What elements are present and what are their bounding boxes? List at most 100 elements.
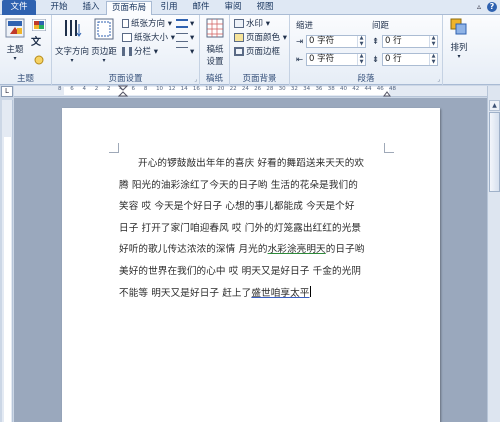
paragraph-launcher-icon[interactable]: ⌟ bbox=[437, 76, 440, 83]
indent-right-spinner[interactable]: 0 字符 ▲ ▼ bbox=[306, 53, 366, 66]
spacing-after-spin-arrows[interactable]: ▲ ▼ bbox=[429, 53, 437, 65]
breaks-button[interactable]: ▾ bbox=[176, 18, 194, 30]
ruler-number: 12 bbox=[168, 86, 176, 92]
text-line: 好听的歌儿传达浓浓的深情 月光的水彩涂亮明天的日子哟 bbox=[119, 244, 365, 256]
ruler-number: 2 bbox=[107, 86, 111, 92]
ruler-number: 20 bbox=[217, 86, 225, 92]
document-page[interactable]: 开心的锣鼓敲出年年的喜庆 好看的舞蹈送来天天的欢 腾 阳光的油彩涂红了今天的日子… bbox=[62, 108, 440, 422]
themes-button[interactable]: 主题 ▾ bbox=[3, 18, 27, 62]
document-body-text[interactable]: 开心的锣鼓敲出年年的喜庆 好看的舞蹈送来天天的欢 腾 阳光的油彩涂红了今天的日子… bbox=[119, 153, 383, 304]
help-icon[interactable]: ? bbox=[487, 2, 497, 12]
watermark-button[interactable]: 水印 ▾ bbox=[234, 18, 270, 30]
text-direction-icon bbox=[65, 20, 82, 37]
scroll-thumb[interactable] bbox=[489, 112, 500, 192]
ribbon: 主题 ▾ 文 主题 文字方向 ▾ 页边距 ▾ 纸张方向 ▾ 纸张大小 ▾ 分栏 … bbox=[0, 15, 500, 85]
indent-left-spinner[interactable]: 0 字符 ▲ ▼ bbox=[306, 35, 366, 48]
ruler-number: 44 bbox=[364, 86, 372, 92]
draft-paper-icon bbox=[206, 18, 224, 38]
tab-selector-button[interactable]: L bbox=[1, 86, 13, 97]
spacing-before-spin-arrows[interactable]: ▲ ▼ bbox=[429, 35, 437, 47]
vertical-ruler[interactable] bbox=[2, 100, 13, 422]
columns-button[interactable]: 分栏 ▾ bbox=[122, 46, 158, 58]
themes-icon bbox=[5, 18, 25, 38]
spacing-before-spinner[interactable]: 0 行 ▲ ▼ bbox=[382, 35, 438, 48]
tab-home[interactable]: 开始 bbox=[42, 1, 76, 15]
ruler-number: 32 bbox=[290, 86, 298, 92]
tab-mailings[interactable]: 邮件 bbox=[186, 1, 216, 15]
page-color-icon bbox=[234, 33, 244, 42]
theme-fonts-icon[interactable]: 文 bbox=[31, 37, 41, 49]
ruler-number: 2 bbox=[94, 86, 99, 92]
tab-page-layout[interactable]: 页面布局 bbox=[106, 1, 152, 16]
ruler-number: 8 bbox=[143, 86, 148, 92]
indent-right-icon: ⇤ bbox=[296, 55, 304, 65]
ribbon-tab-bar: 文件 开始 插入 页面布局 引用 邮件 审阅 视图 ▵ ? bbox=[0, 0, 500, 16]
text-line: 笑容 哎 今天是个好日子 心想的事儿都能成 今天是个好 bbox=[119, 201, 355, 213]
page-color-button[interactable]: 页面颜色 ▾ bbox=[234, 32, 287, 44]
page-setup-launcher-icon[interactable]: ⌟ bbox=[194, 76, 197, 83]
paragraph-group: 缩进 间距 ⇥ 0 字符 ▲ ▼ ⇤ 0 字符 ▲ ▼ ⇞ 0 行 ▲ ▼ ⇟ 0 行… bbox=[290, 15, 443, 85]
scroll-up-button[interactable]: ▲ bbox=[489, 100, 500, 111]
minimize-ribbon-icon[interactable]: ▵ bbox=[474, 2, 484, 12]
grammar-flagged-text[interactable]: 水彩涂亮明天 bbox=[268, 244, 326, 255]
spacing-label: 间距 bbox=[372, 21, 390, 31]
arrange-button[interactable]: 排列 ▾ bbox=[446, 18, 472, 60]
size-button[interactable]: 纸张大小 ▾ bbox=[122, 32, 175, 44]
ruler-number: 22 bbox=[229, 86, 237, 92]
text-cursor bbox=[309, 285, 311, 297]
page-borders-button[interactable]: 页面边框 bbox=[234, 46, 280, 58]
ruler-number: 34 bbox=[303, 86, 311, 92]
ruler-number: 24 bbox=[241, 86, 249, 92]
ruler-number: 10 bbox=[156, 86, 164, 92]
ruler-number: 6 bbox=[131, 86, 136, 92]
theme-colors-icon[interactable] bbox=[32, 19, 46, 31]
document-canvas[interactable]: 开心的锣鼓敲出年年的喜庆 好看的舞蹈送来天天的欢 腾 阳光的油彩涂红了今天的日子… bbox=[14, 98, 487, 422]
vertical-scrollbar[interactable]: ▲ bbox=[487, 86, 500, 422]
hyphenation-icon bbox=[176, 47, 188, 56]
arrange-icon bbox=[450, 18, 467, 35]
theme-effects-icon[interactable] bbox=[32, 55, 46, 65]
page-borders-icon bbox=[234, 47, 244, 56]
page-setup-group: 文字方向 ▾ 页边距 ▾ 纸张方向 ▾ 纸张大小 ▾ 分栏 ▾ ▾ ▾ ▾ 页面… bbox=[52, 15, 200, 85]
text-line: 腾 阳光的油彩涂红了今天的日子哟 生活的花朵是我们的 bbox=[119, 179, 358, 191]
first-line-indent-marker[interactable] bbox=[118, 85, 128, 97]
text-line: 不能等 明天又是好日子 赶上了盛世咱享太平 bbox=[119, 285, 311, 299]
margins-button[interactable]: 页边距 ▾ bbox=[90, 18, 118, 64]
orientation-icon bbox=[122, 19, 129, 28]
indent-left-spin-arrows[interactable]: ▲ ▼ bbox=[357, 35, 365, 47]
columns-icon bbox=[122, 47, 132, 56]
ruler-number: 28 bbox=[266, 86, 274, 92]
ruler-number: 42 bbox=[352, 86, 360, 92]
hyphenation-button[interactable]: ▾ bbox=[176, 46, 194, 58]
tab-insert[interactable]: 插入 bbox=[76, 1, 106, 15]
vertical-ruler-text-area bbox=[4, 137, 11, 422]
spacing-after-icon: ⇟ bbox=[372, 55, 380, 65]
line-numbers-button[interactable]: ▾ bbox=[176, 32, 194, 44]
ruler-number: 38 bbox=[327, 86, 335, 92]
text-line: 美好的世界在我们的心中 哎 明天又是好日子 千金的光阴 bbox=[119, 265, 362, 277]
text-direction-button[interactable]: 文字方向 ▾ bbox=[54, 18, 90, 64]
tab-file[interactable]: 文件 bbox=[2, 0, 36, 15]
spell-flagged-text[interactable]: 盛世咱享太平 bbox=[251, 288, 309, 299]
indent-left-icon: ⇥ bbox=[296, 37, 304, 47]
margin-corner-top-left bbox=[109, 143, 119, 153]
text-line: 日子 打开了家门咱迎春风 哎 门外的灯笼露出红红的光景 bbox=[119, 222, 362, 234]
horizontal-ruler[interactable]: 8 6 4 2 2 4 6 8 10 12 14 16 18 20 22 24 26 28 30 32 34 36 38 40… bbox=[14, 85, 487, 97]
arrange-group: 排列 ▾ bbox=[443, 15, 473, 85]
tab-review[interactable]: 审阅 bbox=[218, 1, 248, 15]
ruler-number: 26 bbox=[254, 86, 262, 92]
indent-right-spin-arrows[interactable]: ▲ ▼ bbox=[357, 53, 365, 65]
ruler-number: 36 bbox=[315, 86, 323, 92]
ruler-number: 6 bbox=[70, 86, 74, 92]
orientation-button[interactable]: 纸张方向 ▾ bbox=[122, 18, 172, 30]
tab-view[interactable]: 视图 bbox=[250, 1, 280, 15]
tab-references[interactable]: 引用 bbox=[154, 1, 184, 15]
right-indent-marker[interactable] bbox=[383, 91, 391, 97]
margin-corner-top-right bbox=[384, 143, 394, 153]
ruler-number: 4 bbox=[82, 86, 87, 92]
spacing-after-spinner[interactable]: 0 行 ▲ ▼ bbox=[382, 53, 438, 66]
ruler-number: 8 bbox=[58, 86, 62, 92]
draft-paper-group: 稿纸 设置 稿纸 bbox=[200, 15, 230, 85]
draft-paper-settings-button[interactable]: 稿纸 设置 bbox=[202, 18, 228, 67]
text-line: 开心的锣鼓敲出年年的喜庆 好看的舞蹈送来天天的欢 bbox=[138, 158, 365, 169]
